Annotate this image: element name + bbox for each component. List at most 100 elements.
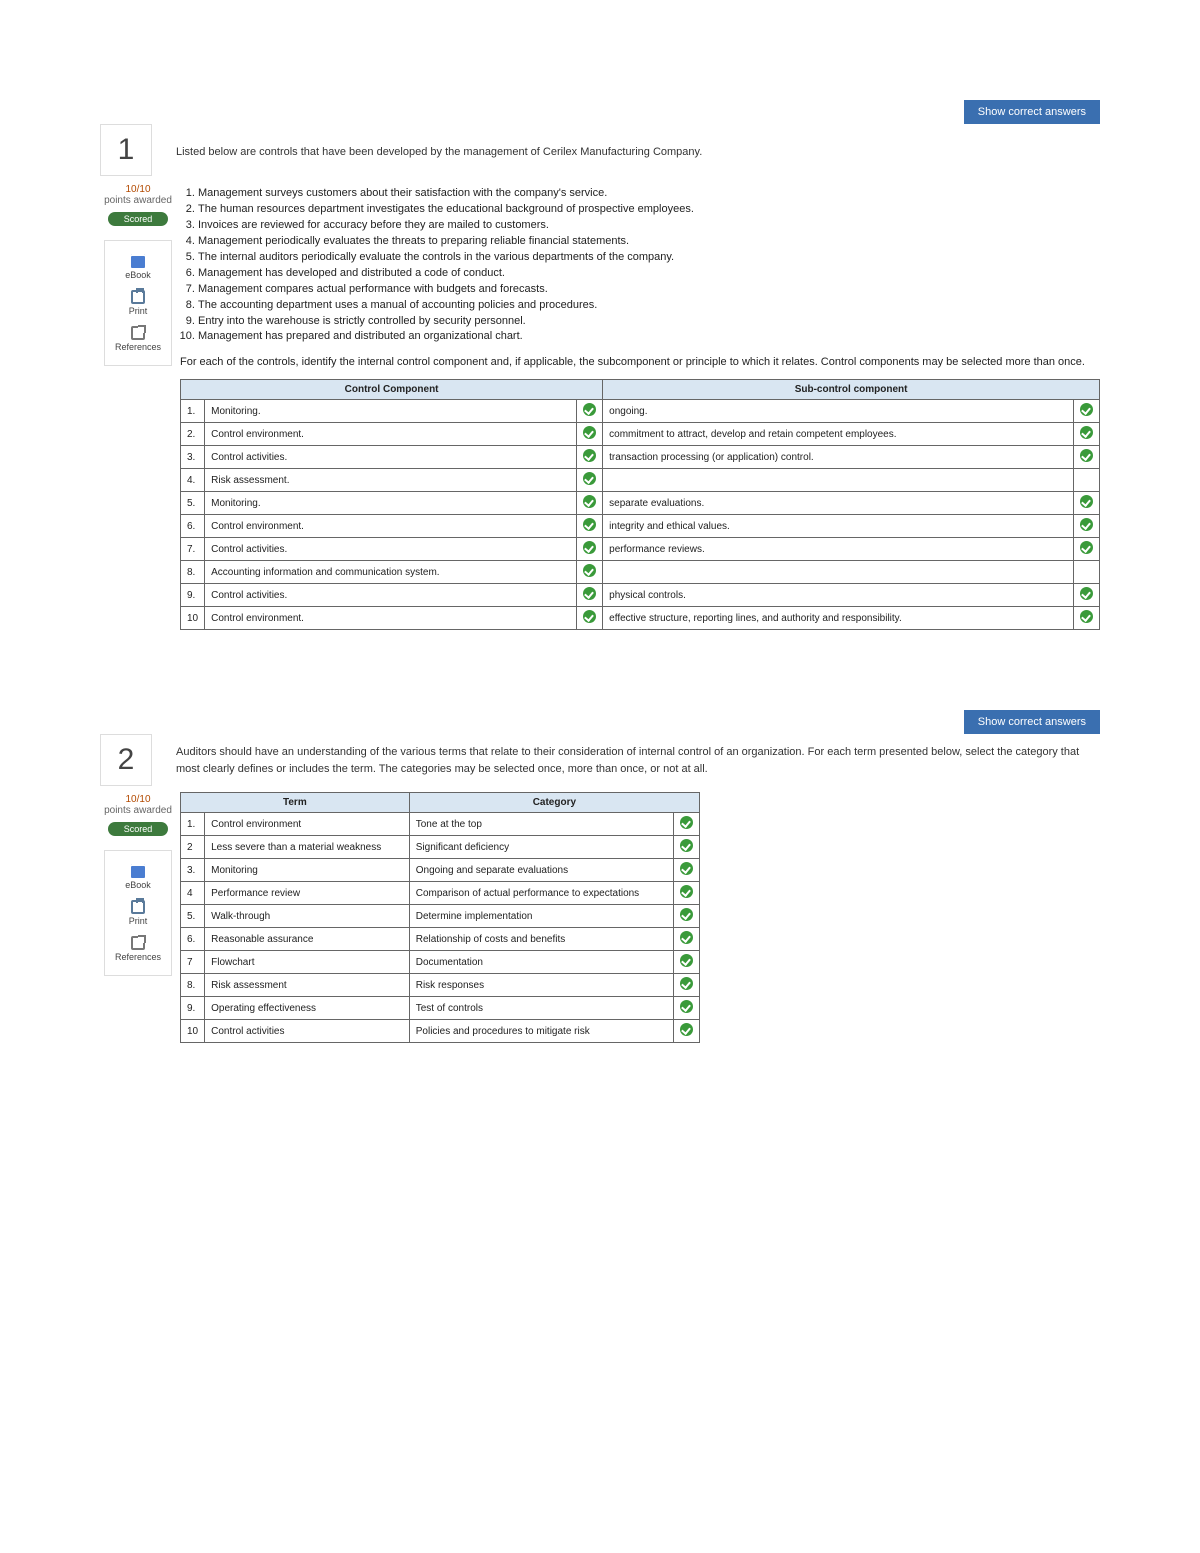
check-icon [680, 1023, 693, 1036]
question-instruction-1: For each of the controls, identify the i… [180, 356, 1100, 368]
category-cell[interactable]: Test of controls [409, 997, 673, 1020]
print-icon [131, 290, 145, 304]
row-number: 3. [181, 446, 205, 469]
check-icon [583, 518, 596, 531]
controls-list-item: Management has prepared and distributed … [198, 329, 1100, 345]
show-answers-button[interactable]: Show correct answers [964, 100, 1100, 124]
subcontrol-component-cell[interactable]: commitment to attract, develop and retai… [603, 423, 1074, 446]
ebook-button[interactable]: eBook [107, 859, 169, 895]
mark-cell [674, 974, 700, 997]
check-icon [583, 495, 596, 508]
check-icon [1080, 587, 1093, 600]
show-answers-button[interactable]: Show correct answers [964, 710, 1100, 734]
mark-cell [1074, 561, 1100, 584]
subcontrol-component-cell[interactable]: separate evaluations. [603, 492, 1074, 515]
mark-cell [577, 515, 603, 538]
category-cell[interactable]: Ongoing and separate evaluations [409, 859, 673, 882]
mark-cell [1074, 423, 1100, 446]
subcontrol-component-cell[interactable]: effective structure, reporting lines, an… [603, 607, 1074, 630]
control-component-cell[interactable]: Control activities. [205, 584, 577, 607]
control-component-cell[interactable]: Accounting information and communication… [205, 561, 577, 584]
mark-cell [1074, 446, 1100, 469]
row-number: 2 [181, 836, 205, 859]
category-cell[interactable]: Comparison of actual performance to expe… [409, 882, 673, 905]
category-cell[interactable]: Policies and procedures to mitigate risk [409, 1020, 673, 1043]
category-cell[interactable]: Risk responses [409, 974, 673, 997]
controls-list-item: Management compares actual performance w… [198, 282, 1100, 298]
mark-cell [577, 469, 603, 492]
check-icon [583, 587, 596, 600]
question-sidebar-2: 10/10 points awarded Scored eBook Print … [100, 794, 176, 976]
table-row: 5.Walk-throughDetermine implementation [181, 905, 700, 928]
term-cell[interactable]: Risk assessment [205, 974, 410, 997]
control-component-cell[interactable]: Control activities. [205, 538, 577, 561]
table-row: 3.MonitoringOngoing and separate evaluat… [181, 859, 700, 882]
table-row: 1.Control environmentTone at the top [181, 813, 700, 836]
term-cell[interactable]: Flowchart [205, 951, 410, 974]
control-component-cell[interactable]: Risk assessment. [205, 469, 577, 492]
mark-cell [577, 584, 603, 607]
term-cell[interactable]: Walk-through [205, 905, 410, 928]
mark-cell [674, 997, 700, 1020]
subcontrol-component-cell[interactable]: physical controls. [603, 584, 1074, 607]
mark-cell [674, 951, 700, 974]
subcontrol-component-cell[interactable] [603, 561, 1074, 584]
term-cell[interactable]: Performance review [205, 882, 410, 905]
mark-cell [577, 561, 603, 584]
row-number: 7. [181, 538, 205, 561]
check-icon [1080, 426, 1093, 439]
check-icon [680, 908, 693, 921]
term-cell[interactable]: Operating effectiveness [205, 997, 410, 1020]
answer-table-2: Term Category 1.Control environmentTone … [180, 792, 700, 1043]
category-cell[interactable]: Tone at the top [409, 813, 673, 836]
mark-cell [674, 905, 700, 928]
book-icon [131, 864, 145, 878]
check-icon [583, 426, 596, 439]
control-component-cell[interactable]: Control environment. [205, 515, 577, 538]
table-row: 8.Risk assessmentRisk responses [181, 974, 700, 997]
term-cell[interactable]: Less severe than a material weakness [205, 836, 410, 859]
category-cell[interactable]: Relationship of costs and benefits [409, 928, 673, 951]
term-cell[interactable]: Monitoring [205, 859, 410, 882]
row-number: 4 [181, 882, 205, 905]
mark-cell [577, 400, 603, 423]
control-component-cell[interactable]: Control environment. [205, 423, 577, 446]
subcontrol-component-cell[interactable]: ongoing. [603, 400, 1074, 423]
mark-cell [674, 882, 700, 905]
subcontrol-component-cell[interactable]: transaction processing (or application) … [603, 446, 1074, 469]
check-icon [680, 954, 693, 967]
row-number: 6. [181, 515, 205, 538]
mark-cell [1074, 515, 1100, 538]
question-intro-2: Auditors should have an understanding of… [176, 734, 1100, 777]
table-row: 6.Control environment. integrity and ethi… [181, 515, 1100, 538]
control-component-cell[interactable]: Control activities. [205, 446, 577, 469]
references-icon [131, 326, 145, 340]
category-cell[interactable]: Documentation [409, 951, 673, 974]
print-button[interactable]: Print [107, 895, 169, 931]
mark-cell [577, 607, 603, 630]
subcontrol-component-cell[interactable]: performance reviews. [603, 538, 1074, 561]
term-cell[interactable]: Reasonable assurance [205, 928, 410, 951]
category-cell[interactable]: Significant deficiency [409, 836, 673, 859]
control-component-cell[interactable]: Monitoring. [205, 492, 577, 515]
question-sidebar-1: 10/10 points awarded Scored eBook Print … [100, 184, 176, 366]
subcontrol-component-cell[interactable] [603, 469, 1074, 492]
controls-list-item: The internal auditors periodically evalu… [198, 250, 1100, 266]
term-cell[interactable]: Control activities [205, 1020, 410, 1043]
table-row: 3.Control activities. transaction process… [181, 446, 1100, 469]
check-icon [680, 931, 693, 944]
term-cell[interactable]: Control environment [205, 813, 410, 836]
category-cell[interactable]: Determine implementation [409, 905, 673, 928]
table-row: 9.Operating effectivenessTest of control… [181, 997, 700, 1020]
subcontrol-component-cell[interactable]: integrity and ethical values. [603, 515, 1074, 538]
references-button[interactable]: References [107, 931, 169, 967]
control-component-cell[interactable]: Monitoring. [205, 400, 577, 423]
print-button[interactable]: Print [107, 285, 169, 321]
check-icon [1080, 610, 1093, 623]
control-component-cell[interactable]: Control environment. [205, 607, 577, 630]
table-row: 6.Reasonable assuranceRelationship of co… [181, 928, 700, 951]
references-button[interactable]: References [107, 321, 169, 357]
ebook-button[interactable]: eBook [107, 249, 169, 285]
controls-list-item: The accounting department uses a manual … [198, 298, 1100, 314]
controls-list-item: Management periodically evaluates the th… [198, 234, 1100, 250]
